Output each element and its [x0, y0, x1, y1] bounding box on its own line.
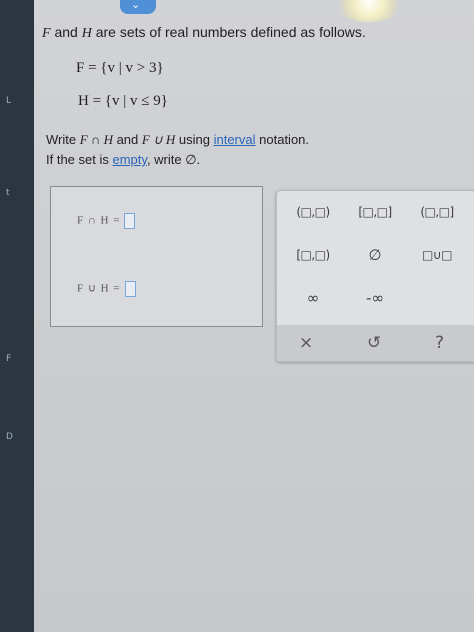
math-palette: (□,□) [□,□] (□,□] [□,□) ∅ □∪□ ∞ -∞ × ↺ ?	[276, 190, 474, 362]
instruction-expr2: F ∪ H	[141, 132, 176, 147]
undo-icon[interactable]: ↺	[367, 333, 381, 353]
clear-icon[interactable]: ×	[299, 333, 313, 353]
question-page: ⌄ F and H are sets of real numbers defin…	[34, 0, 474, 632]
instruction-suffix: notation.	[259, 132, 310, 147]
collapse-tab[interactable]: ⌄	[120, 0, 156, 14]
empty-instruction-line: If the set is empty, write ∅.	[46, 152, 200, 168]
palette-footer: × ↺ ?	[277, 325, 474, 361]
empty-prefix: If the set is	[46, 152, 109, 167]
problem-intro: F and H are sets of real numbers defined…	[42, 24, 366, 42]
closed-open-interval-button[interactable]: [□,□)	[287, 248, 339, 262]
union-button[interactable]: □∪□	[411, 248, 463, 262]
answer-box: F ∩ H = F ∪ H =	[50, 186, 263, 327]
help-icon[interactable]: ?	[435, 333, 444, 353]
interval-link[interactable]: interval	[214, 132, 256, 147]
empty-suffix: , write ∅.	[146, 152, 201, 167]
intersection-label: F ∩ H =	[77, 214, 121, 227]
negative-infinity-button[interactable]: -∞	[349, 289, 401, 307]
left-sidebar-strip: L t F D	[0, 0, 34, 632]
union-label: F ∪ H =	[77, 282, 121, 295]
infinity-button[interactable]: ∞	[287, 289, 339, 307]
set-f-definition: F = {v | v > 3}	[76, 60, 164, 76]
intersection-answer-input[interactable]	[124, 213, 136, 229]
sidebar-mark: F	[6, 354, 12, 364]
intro-set-f: F	[42, 26, 51, 41]
set-h-definition: H = {v | v ≤ 9}	[78, 93, 168, 109]
empty-link[interactable]: empty	[113, 152, 147, 167]
empty-set-button[interactable]: ∅	[349, 246, 401, 264]
instruction-line: Write F ∩ H and F ∪ H using interval not…	[46, 132, 309, 148]
intersection-answer-row: F ∩ H =	[77, 213, 136, 229]
instruction-prefix: Write	[46, 132, 77, 147]
sidebar-mark: L	[6, 96, 12, 106]
open-closed-interval-button[interactable]: (□,□]	[411, 205, 463, 219]
closed-closed-interval-button[interactable]: [□,□]	[349, 205, 401, 219]
intro-set-h: H	[81, 26, 92, 41]
instruction-expr1: F ∩ H	[79, 132, 113, 147]
screen-glare	[334, 0, 404, 22]
union-answer-row: F ∪ H =	[77, 281, 136, 297]
intro-and: and	[54, 24, 78, 40]
union-answer-input[interactable]	[124, 281, 136, 297]
intro-text: are sets of real numbers defined as foll…	[95, 24, 366, 40]
open-open-interval-button[interactable]: (□,□)	[287, 205, 339, 219]
sidebar-mark: D	[6, 432, 13, 442]
instruction-using: using	[178, 132, 210, 147]
sidebar-mark: t	[6, 188, 10, 198]
instruction-and: and	[116, 132, 139, 147]
chevron-down-icon: ⌄	[131, 0, 141, 11]
